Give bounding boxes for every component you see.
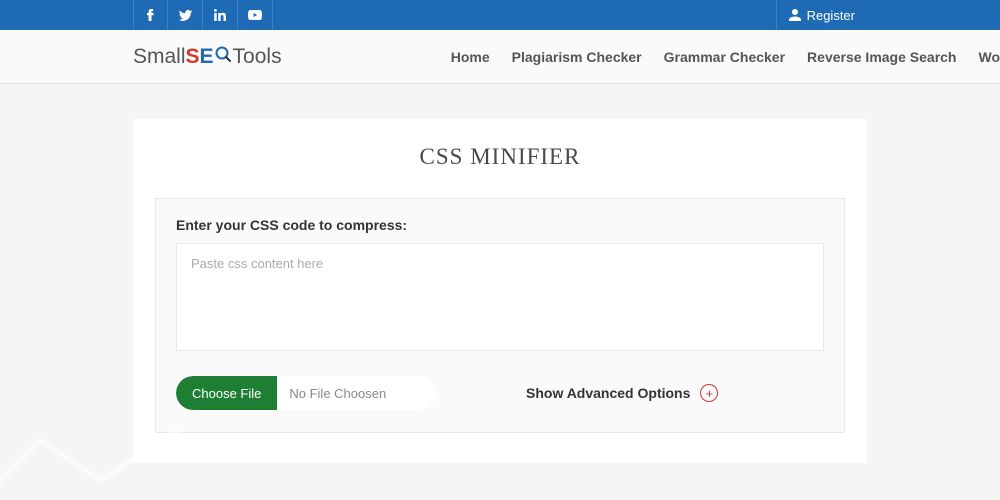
tool-card: CSS MINIFIER Enter your CSS code to comp…: [133, 119, 867, 463]
top-bar: Register: [0, 0, 1000, 30]
input-panel: Enter your CSS code to compress: Choose …: [155, 198, 845, 433]
facebook-icon[interactable]: [133, 0, 168, 30]
nav-links: Home Plagiarism Checker Grammar Checker …: [451, 49, 1000, 65]
file-picker[interactable]: Choose File No File Choosen: [176, 376, 436, 410]
nav-reverse-image[interactable]: Reverse Image Search: [807, 49, 956, 65]
css-input[interactable]: [176, 243, 824, 351]
choose-file-button[interactable]: Choose File: [176, 376, 277, 410]
nav-home[interactable]: Home: [451, 49, 490, 65]
controls-row: Choose File No File Choosen Show Advance…: [176, 376, 824, 410]
linkedin-icon[interactable]: [203, 0, 238, 30]
navbar: SmallSETools Home Plagiarism Checker Gra…: [0, 30, 1000, 84]
magnify-icon: [215, 46, 232, 63]
register-label: Register: [807, 8, 855, 23]
nav-plagiarism[interactable]: Plagiarism Checker: [512, 49, 642, 65]
social-links: [133, 0, 273, 30]
nav-more[interactable]: Wo: [978, 49, 1000, 65]
register-link[interactable]: Register: [776, 0, 867, 30]
logo[interactable]: SmallSETools: [133, 45, 282, 69]
plus-icon: +: [700, 384, 718, 402]
file-status: No File Choosen: [277, 386, 398, 401]
nav-grammar[interactable]: Grammar Checker: [664, 49, 785, 65]
twitter-icon[interactable]: [168, 0, 203, 30]
youtube-icon[interactable]: [238, 0, 273, 30]
page-title: CSS MINIFIER: [155, 144, 845, 170]
user-icon: [789, 9, 801, 21]
page-content: CSS MINIFIER Enter your CSS code to comp…: [0, 84, 1000, 463]
advanced-label: Show Advanced Options: [526, 385, 690, 401]
input-label: Enter your CSS code to compress:: [176, 217, 824, 233]
advanced-options-toggle[interactable]: Show Advanced Options +: [526, 384, 718, 402]
